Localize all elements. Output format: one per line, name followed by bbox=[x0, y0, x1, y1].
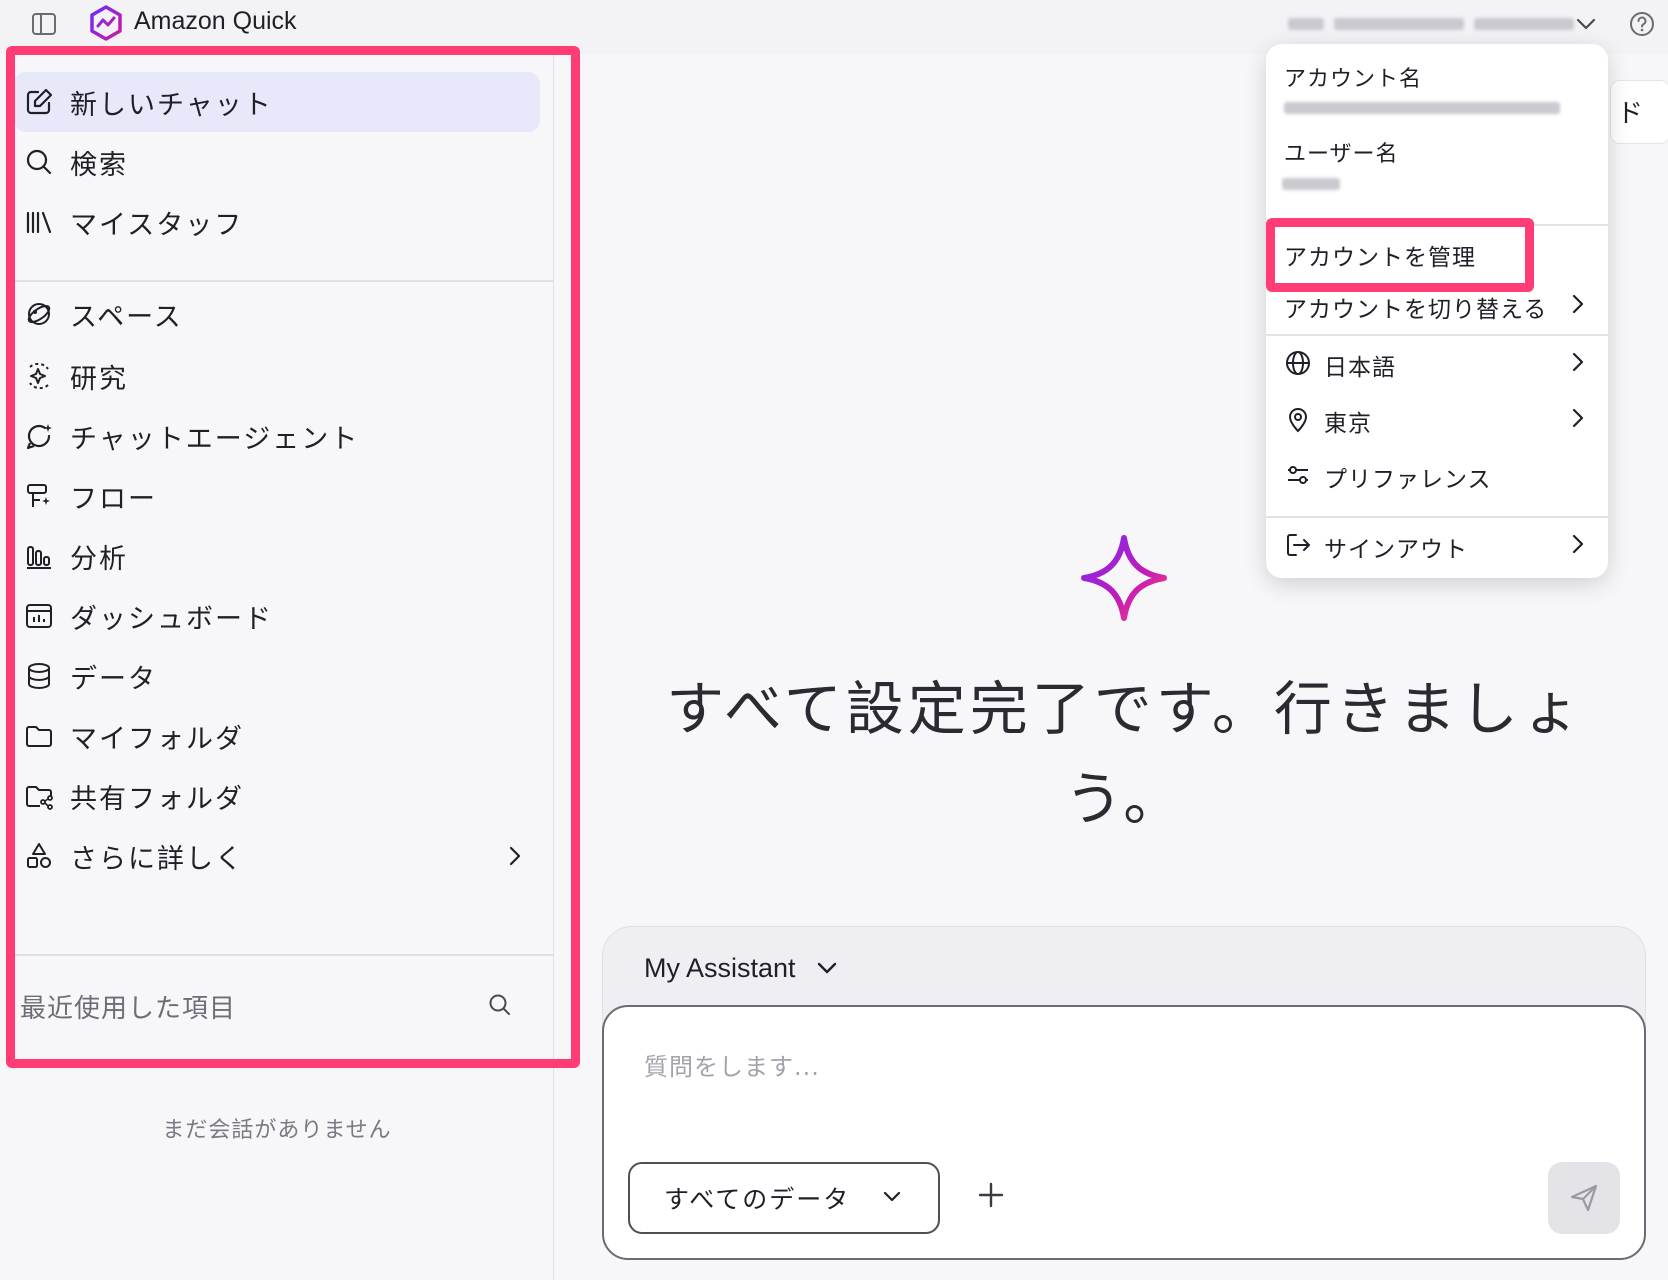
sidebar-item-search[interactable]: 検索 bbox=[14, 132, 540, 192]
sidebar-item-my-stuff[interactable]: マイスタッフ bbox=[14, 192, 540, 252]
spaces-icon bbox=[27, 303, 51, 325]
library-icon bbox=[26, 211, 52, 234]
chevron-down-icon bbox=[883, 1191, 901, 1202]
sidebar-toggle-icon[interactable] bbox=[30, 10, 58, 38]
manage-account-item[interactable]: アカウントを管理 bbox=[1266, 226, 1608, 278]
sidebar-item-label: スペース bbox=[70, 301, 183, 333]
sparkle-icon bbox=[1081, 535, 1167, 621]
sidebar-item-label: 分析 bbox=[70, 543, 128, 575]
sidebar: 新しいチャット 検索 マイスタッフ スペース 研究 チャットエージェント フロー… bbox=[0, 54, 554, 1280]
sidebar-item-my-folders[interactable]: マイフォルダ bbox=[14, 706, 540, 766]
amazon-quick-logo bbox=[90, 5, 122, 41]
chevron-right-icon bbox=[1572, 352, 1584, 372]
account-name-label: アカウント名 bbox=[1284, 67, 1423, 92]
sidebar-item-research[interactable]: 研究 bbox=[14, 346, 540, 406]
chevron-down-icon bbox=[817, 962, 836, 974]
empty-conversations-note: まだ会話がありません bbox=[162, 1118, 392, 1143]
preferences-item[interactable]: プリファレンス bbox=[1266, 448, 1608, 500]
chat-agent-icon bbox=[26, 424, 52, 450]
sidebar-item-label: フロー bbox=[70, 483, 157, 515]
search-icon bbox=[26, 149, 52, 175]
sidebar-item-label: ダッシュボード bbox=[70, 603, 273, 635]
account-switcher[interactable] bbox=[1284, 12, 1584, 38]
send-icon bbox=[1570, 1184, 1598, 1212]
sidebar-item-spaces[interactable]: スペース bbox=[14, 284, 540, 344]
account-name-value bbox=[1284, 102, 1560, 114]
sidebar-item-data[interactable]: データ bbox=[14, 646, 540, 706]
shared-folder-icon bbox=[26, 786, 53, 810]
app-title: Amazon Quick bbox=[134, 7, 297, 35]
question-input[interactable] bbox=[644, 1047, 1544, 1107]
username-value bbox=[1282, 178, 1340, 190]
data-scope-select[interactable]: すべてのデータ bbox=[628, 1162, 940, 1234]
username-label: ユーザー名 bbox=[1284, 142, 1399, 167]
sidebar-item-label: マイフォルダ bbox=[70, 723, 244, 755]
menu-item-label: プリファレンス bbox=[1324, 467, 1492, 493]
sidebar-item-label: マイスタッフ bbox=[70, 209, 244, 241]
database-icon bbox=[28, 663, 50, 690]
sidebar-item-analysis[interactable]: 分析 bbox=[14, 526, 540, 586]
chevron-right-icon bbox=[1572, 534, 1584, 554]
dashboard-icon bbox=[26, 604, 52, 628]
sidebar-item-flows[interactable]: フロー bbox=[14, 466, 540, 526]
divider bbox=[14, 280, 554, 282]
chevron-right-icon bbox=[1572, 408, 1584, 428]
sidebar-item-label: 新しいチャット bbox=[70, 89, 273, 121]
menu-item-label: 東京 bbox=[1324, 411, 1372, 437]
sidebar-item-more[interactable]: さらに詳しく bbox=[14, 826, 540, 886]
sidebar-item-shared-folders[interactable]: 共有フォルダ bbox=[14, 766, 540, 826]
research-icon bbox=[29, 362, 49, 390]
language-item[interactable]: 日本語 bbox=[1266, 336, 1608, 388]
hero-message: すべて設定完了です。行きましょう。 bbox=[666, 675, 1584, 833]
menu-item-label: サインアウト bbox=[1324, 537, 1468, 563]
menu-item-label: アカウントを切り替える bbox=[1284, 297, 1548, 323]
menu-item-label: 日本語 bbox=[1324, 355, 1396, 381]
sign-out-icon bbox=[1287, 534, 1310, 556]
sidebar-item-new-chat[interactable]: 新しいチャット bbox=[14, 72, 540, 132]
region-item[interactable]: 東京 bbox=[1266, 392, 1608, 444]
hidden-panel-peek[interactable]: ド bbox=[1610, 80, 1668, 144]
sidebar-item-chat-agents[interactable]: チャットエージェント bbox=[14, 406, 540, 466]
folder-icon bbox=[26, 726, 52, 747]
chevron-down-icon[interactable] bbox=[1574, 14, 1598, 34]
edit-icon bbox=[26, 88, 53, 115]
chevron-right-icon bbox=[1572, 294, 1584, 314]
search-icon[interactable] bbox=[487, 992, 513, 1018]
divider bbox=[14, 954, 554, 956]
sidebar-item-label: 共有フォルダ bbox=[70, 783, 244, 815]
menu-item-label: アカウントを管理 bbox=[1284, 245, 1476, 271]
switch-account-item[interactable]: アカウントを切り替える bbox=[1266, 278, 1608, 330]
data-scope-label: すべてのデータ bbox=[664, 1185, 851, 1214]
sidebar-item-label: 検索 bbox=[70, 149, 128, 181]
add-attachment-icon[interactable] bbox=[974, 1178, 1008, 1212]
send-button[interactable] bbox=[1548, 1162, 1620, 1234]
help-icon[interactable] bbox=[1628, 10, 1656, 38]
peek-text: ド bbox=[1617, 99, 1644, 129]
analysis-icon bbox=[27, 546, 51, 569]
globe-icon bbox=[1286, 351, 1310, 375]
sidebar-item-label: チャットエージェント bbox=[70, 423, 360, 455]
assistant-selector[interactable]: My Assistant bbox=[644, 950, 838, 986]
sidebar-item-dashboards[interactable]: ダッシュボード bbox=[14, 586, 540, 646]
chevron-right-icon bbox=[509, 846, 521, 866]
recent-items-label: 最近使用した項目 bbox=[20, 994, 237, 1024]
assistant-name: My Assistant bbox=[644, 952, 796, 983]
sidebar-item-label: データ bbox=[70, 663, 157, 695]
shapes-icon bbox=[27, 843, 51, 868]
account-menu: アカウント名 ユーザー名 アカウントを管理 アカウントを切り替える 日本語 東京 bbox=[1266, 44, 1608, 578]
flow-icon bbox=[27, 484, 50, 507]
sliders-icon bbox=[1288, 466, 1308, 484]
sign-out-item[interactable]: サインアウト bbox=[1266, 518, 1608, 570]
location-pin-icon bbox=[1288, 408, 1308, 433]
sidebar-item-label: 研究 bbox=[70, 363, 128, 395]
sidebar-item-label: さらに詳しく bbox=[70, 843, 244, 875]
